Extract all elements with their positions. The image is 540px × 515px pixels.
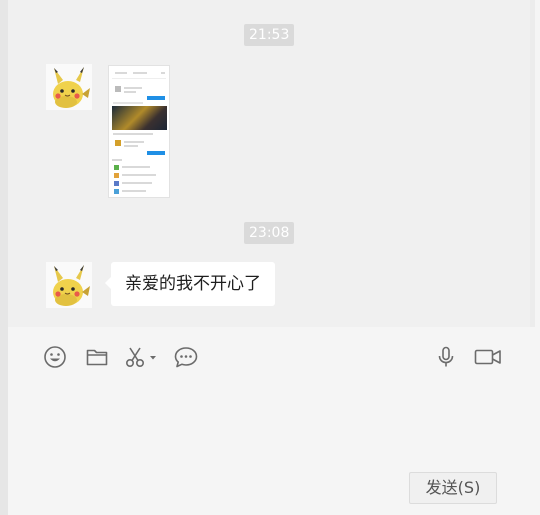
message-composer: 发送(S)	[8, 327, 540, 515]
timestamp-badge: 21:53	[244, 24, 295, 46]
scrollbar[interactable]	[530, 0, 535, 327]
window-left-edge	[0, 0, 8, 515]
emoji-icon	[44, 346, 66, 368]
chevron-down-icon	[150, 356, 156, 360]
emoji-button[interactable]	[41, 343, 69, 371]
video-call-button[interactable]	[472, 343, 504, 371]
timestamp-badge: 23:08	[244, 222, 295, 244]
chat-history[interactable]: 21:53 23:08 亲爱的我不开心了	[8, 0, 535, 327]
microphone-icon	[438, 346, 454, 367]
message-input[interactable]	[28, 385, 508, 455]
folder-icon	[86, 349, 108, 366]
voice-call-button[interactable]	[432, 343, 460, 371]
avatar[interactable]	[46, 64, 92, 110]
screenshot-image-message[interactable]	[108, 65, 170, 198]
send-file-button[interactable]	[83, 343, 111, 371]
chat-bubble-icon	[174, 347, 198, 368]
chat-history-button[interactable]	[172, 343, 200, 371]
scissors-icon	[125, 347, 156, 368]
video-camera-icon	[474, 349, 501, 365]
screenshot-button[interactable]	[124, 343, 158, 371]
pikachu-avatar-icon	[46, 262, 92, 308]
text-message-bubble[interactable]: 亲爱的我不开心了	[105, 262, 275, 306]
send-button[interactable]: 发送(S)	[409, 472, 497, 504]
pikachu-avatar-icon	[46, 64, 92, 110]
avatar[interactable]	[46, 262, 92, 308]
